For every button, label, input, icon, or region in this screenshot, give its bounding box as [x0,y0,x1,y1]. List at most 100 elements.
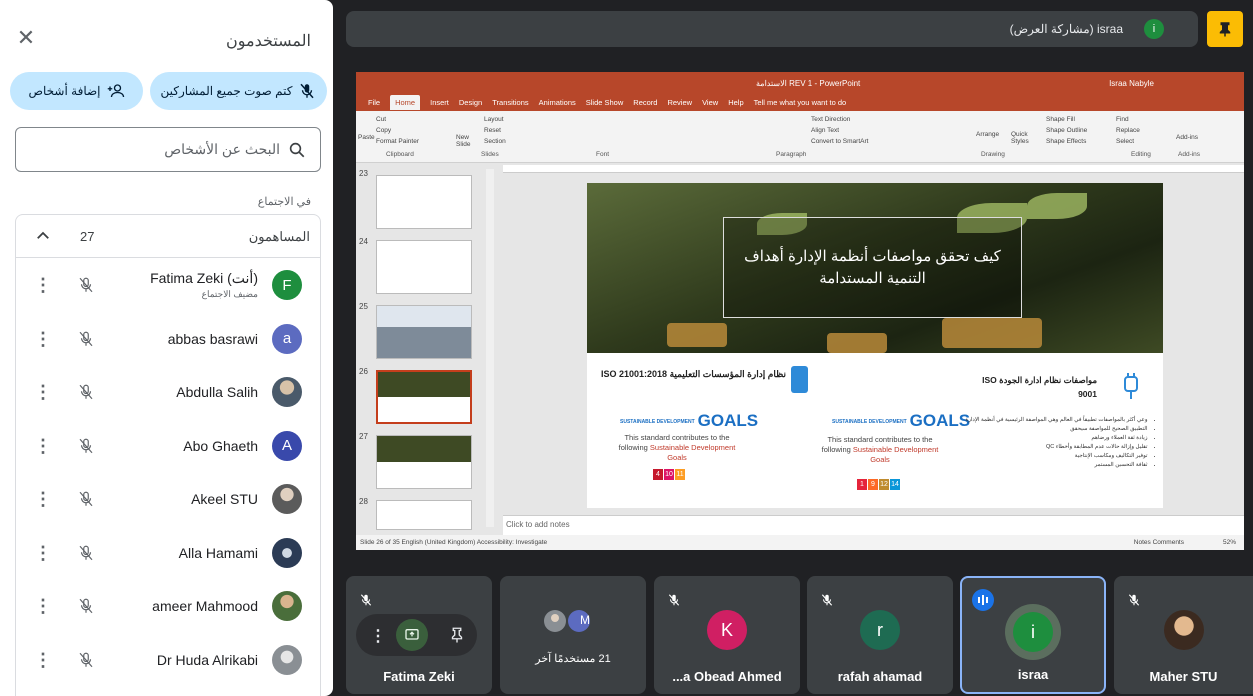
slide-number: 26 [359,367,368,376]
slide-thumbnail[interactable] [376,240,472,294]
tab-home[interactable]: Home [390,95,421,110]
tab-help[interactable]: Help [728,98,743,107]
slide-thumbnail[interactable] [376,305,472,359]
avatar: F [272,270,302,300]
participant-row[interactable]: ⋮ Abdulla Salih [16,365,320,419]
participant-tile[interactable]: Maher STU [1114,576,1253,694]
participant-tile[interactable]: r rafah ahamad [807,576,953,694]
contributors-list: 27 المساهمون ⋮ Fatima Zeki (أنت) مضيف ال… [15,214,321,696]
ppt-user: Israa Nabyle [1109,79,1154,88]
mute-all-button[interactable]: كتم صوت جميع المشاركين [150,72,327,110]
present-icon[interactable] [396,619,428,651]
slide-thumbnail[interactable] [376,435,472,489]
find-button[interactable]: Find [1116,116,1129,123]
paste-button[interactable]: Paste [358,134,375,141]
tab-slide-show[interactable]: Slide Show [586,98,624,107]
tab-insert[interactable]: Insert [430,98,449,107]
slide-title-box[interactable]: كيف تحقق مواصفات أنظمة الإدارة أهداف الت… [723,217,1022,318]
mic-off-icon [300,83,315,99]
mic-off-icon [79,277,93,293]
more-options-icon[interactable]: ⋮ [34,437,52,455]
zoom-level[interactable]: 52% [1223,539,1236,546]
iso9001-bullets: وعي أكثر بالمواصفات تطبيقاً في العالم وه… [965,416,1155,470]
participant-row[interactable]: ⋮ abbas basrawi a [16,312,320,366]
participant-row[interactable]: ⋮ Dr Huda Alrikabi [16,633,320,687]
more-options-icon[interactable]: ⋮ [34,276,52,294]
tab-design[interactable]: Design [459,98,482,107]
tab-transitions[interactable]: Transitions [492,98,528,107]
slide-thumbnail[interactable] [376,500,472,530]
status-notes-comments[interactable]: Notes Comments [1134,539,1184,546]
participant-row[interactable]: ⋮ Alla Hamami [16,526,320,580]
sdg-logo: SUSTAINABLE DEVELOPMENT GOALS [832,411,970,431]
select-button[interactable]: Select [1116,138,1134,145]
mic-off-icon [79,384,93,400]
tab-review[interactable]: Review [667,98,692,107]
notes-pane[interactable]: Click to add notes [503,515,1244,535]
add-ins-button[interactable]: Add-ins [1176,134,1198,141]
shape-fill-button[interactable]: Shape Fill [1046,116,1075,123]
new-slide-button[interactable]: New Slide [456,134,476,148]
search-icon [289,142,305,157]
status-slide-info: Slide 26 of 35 English (United Kingdom) … [360,539,548,546]
text-direction-button[interactable]: Text Direction [811,116,850,123]
participant-row[interactable]: ⋮ Abo Ghaeth A [16,419,320,473]
participant-tile[interactable]: K ...a Obead Ahmed [654,576,800,694]
replace-button[interactable]: Replace [1116,127,1140,134]
shape-outline-button[interactable]: Shape Outline [1046,127,1087,134]
align-text-button[interactable]: Align Text [811,127,839,134]
mic-off-icon [79,652,93,667]
more-options-icon[interactable]: ⋮ [34,490,52,508]
search-input[interactable]: البحث عن الأشخاص [15,127,321,172]
close-icon[interactable]: ✕ [14,26,38,50]
pin-icon[interactable] [448,625,466,645]
format-painter-button[interactable]: Format Painter [376,138,419,145]
sdg-logo-small: SUSTAINABLE DEVELOPMENT [620,418,695,425]
mute-all-label: كتم صوت جميع المشاركين [160,84,293,98]
slide-thumbnail[interactable] [376,175,472,229]
thumbnail-scrollbar[interactable] [486,169,494,527]
add-people-button[interactable]: إضافة أشخاص [10,72,143,110]
arrange-button[interactable]: Arrange [976,131,999,138]
contributors-header[interactable]: 27 المساهمون [16,215,320,258]
cut-button[interactable]: Cut [376,116,386,123]
participant-row[interactable]: ⋮ ameer Mahmood [16,579,320,633]
mic-off-icon [79,598,93,614]
more-options-icon[interactable]: ⋮ [34,330,52,348]
battery-icon [791,366,808,393]
more-options-icon[interactable]: ⋮ [34,651,52,669]
sdg-logo-word: GOALS [909,411,971,430]
participant-name: Alla Hamami [178,544,258,561]
tell-me-search[interactable]: Tell me what you want to do [754,98,847,107]
more-options-icon[interactable]: ⋮ [370,626,386,646]
quick-styles-button[interactable]: Quick Styles [1011,131,1033,145]
participant-name: Fatima Zeki (أنت) [150,270,258,286]
contribution-text: This standard contributes to the followi… [612,433,742,463]
pin-icon[interactable] [1207,11,1243,47]
participant-tile-others[interactable] [500,576,646,694]
participant-row[interactable]: ⋮ Fatima Zeki (أنت) مضيف الاجتماع F [16,258,320,312]
people-panel: ✕ المستخدمون كتم صوت جميع المشاركين إضاف… [0,0,333,696]
slide-thumbnail-selected[interactable] [376,370,472,424]
more-options-icon[interactable]: ⋮ [34,544,52,562]
tab-animations[interactable]: Animations [539,98,576,107]
plug-icon [1124,373,1138,399]
tab-view[interactable]: View [702,98,718,107]
slide-title-line2: التنمية المستدامة [819,269,926,287]
more-options-icon[interactable]: ⋮ [34,597,52,615]
section-button[interactable]: Section [484,138,506,145]
reset-button[interactable]: Reset [484,127,501,134]
contribution-highlight: Sustainable Development Goals [649,443,736,462]
chevron-up-icon [37,231,49,239]
add-people-label: إضافة أشخاص [28,84,101,98]
tab-file[interactable]: File [368,98,380,107]
copy-button[interactable]: Copy [376,127,391,134]
smartart-button[interactable]: Convert to SmartArt [811,138,868,145]
mic-off-icon [821,594,833,606]
shape-effects-button[interactable]: Shape Effects [1046,138,1086,145]
tab-record[interactable]: Record [633,98,657,107]
ruler [503,165,1244,173]
more-options-icon[interactable]: ⋮ [34,383,52,401]
participant-row[interactable]: ⋮ Akeel STU [16,472,320,526]
layout-button[interactable]: Layout [484,116,504,123]
